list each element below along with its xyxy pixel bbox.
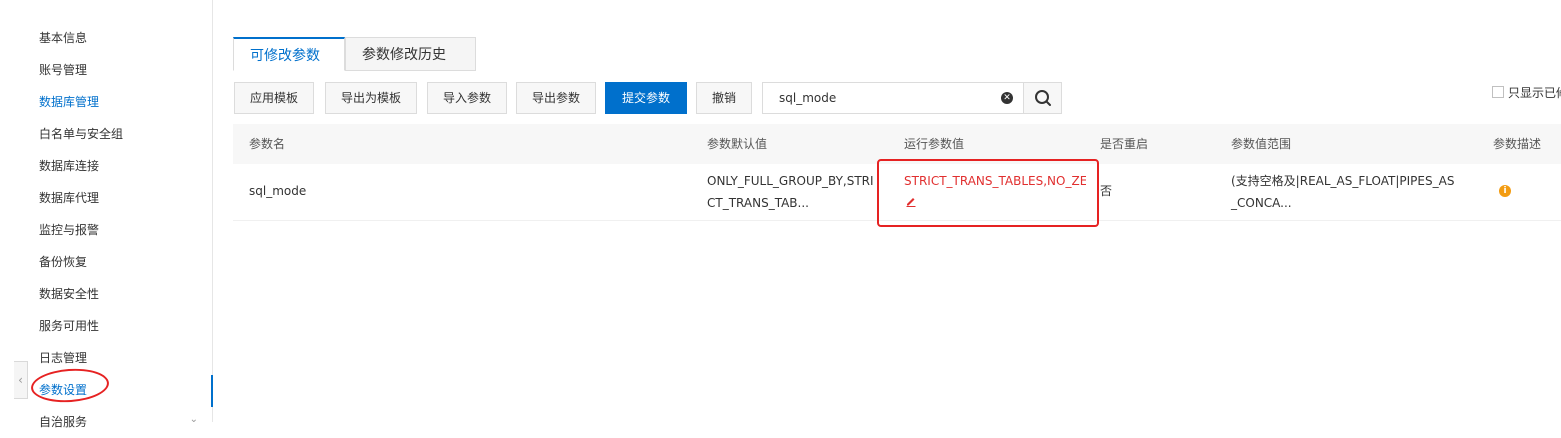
sidebar-item-data-security[interactable]: 数据安全性 <box>39 278 99 310</box>
show-modified-checkbox[interactable] <box>1492 86 1504 98</box>
apply-template-button[interactable]: 应用模板 <box>234 82 314 114</box>
restart-cell: 否 <box>1100 184 1113 198</box>
submit-params-button[interactable]: 提交参数 <box>605 82 687 114</box>
info-icon[interactable]: i <box>1499 185 1511 197</box>
chevron-down-icon: ⌄ <box>189 414 198 425</box>
export-template-button[interactable]: 导出为模板 <box>325 82 417 114</box>
annotation-highlight <box>877 159 1099 227</box>
export-params-button[interactable]: 导出参数 <box>516 82 596 114</box>
col-default-value: 参数默认值 <box>707 137 768 151</box>
search-button[interactable] <box>1023 82 1062 114</box>
tab-editable-params[interactable]: 可修改参数 <box>233 37 345 71</box>
sidebar-item-availability[interactable]: 服务可用性 <box>39 310 99 342</box>
clear-icon[interactable]: ✕ <box>1001 92 1013 104</box>
chevron-left-icon[interactable]: ‹ <box>14 361 28 399</box>
sidebar-item-accounts[interactable]: 账号管理 <box>39 54 87 86</box>
sidebar-item-connection[interactable]: 数据库连接 <box>39 150 99 182</box>
col-restart: 是否重启 <box>1100 137 1149 151</box>
sidebar-item-databases[interactable]: 数据库管理 <box>39 86 99 118</box>
show-modified-label: 只显示已修改 <box>1508 86 1561 100</box>
search-input[interactable] <box>763 83 995 113</box>
sidebar-item-basic-info[interactable]: 基本信息 <box>39 22 87 54</box>
tab-param-history[interactable]: 参数修改历史 <box>345 37 476 71</box>
col-description: 参数描述 <box>1493 137 1542 151</box>
show-modified-filter[interactable]: 只显示已修改 <box>1492 84 1561 101</box>
range-cell: (支持空格及|REAL_AS_FLOAT|PIPES_AS_CONCA... <box>1231 174 1455 210</box>
default-value-cell: ONLY_FULL_GROUP_BY,STRICT_TRANS_TAB... <box>707 174 874 210</box>
param-name-cell: sql_mode <box>249 184 307 198</box>
active-indicator <box>211 375 213 407</box>
sidebar-item-backup[interactable]: 备份恢复 <box>39 246 87 278</box>
import-params-button[interactable]: 导入参数 <box>427 82 507 114</box>
sidebar: 基本信息 账号管理 数据库管理 白名单与安全组 数据库连接 数据库代理 监控与报… <box>0 0 213 429</box>
search-icon <box>1035 90 1051 106</box>
search-box: ✕ <box>762 82 1024 114</box>
sidebar-item-monitoring[interactable]: 监控与报警 <box>39 214 99 246</box>
col-range: 参数值范围 <box>1231 137 1292 151</box>
col-running-value: 运行参数值 <box>904 137 965 151</box>
revoke-button[interactable]: 撤销 <box>696 82 752 114</box>
sidebar-item-proxy[interactable]: 数据库代理 <box>39 182 99 214</box>
sidebar-item-whitelist[interactable]: 白名单与安全组 <box>39 118 123 150</box>
sidebar-item-autonomous[interactable]: 自治服务 <box>39 406 87 438</box>
col-param-name: 参数名 <box>249 137 286 151</box>
